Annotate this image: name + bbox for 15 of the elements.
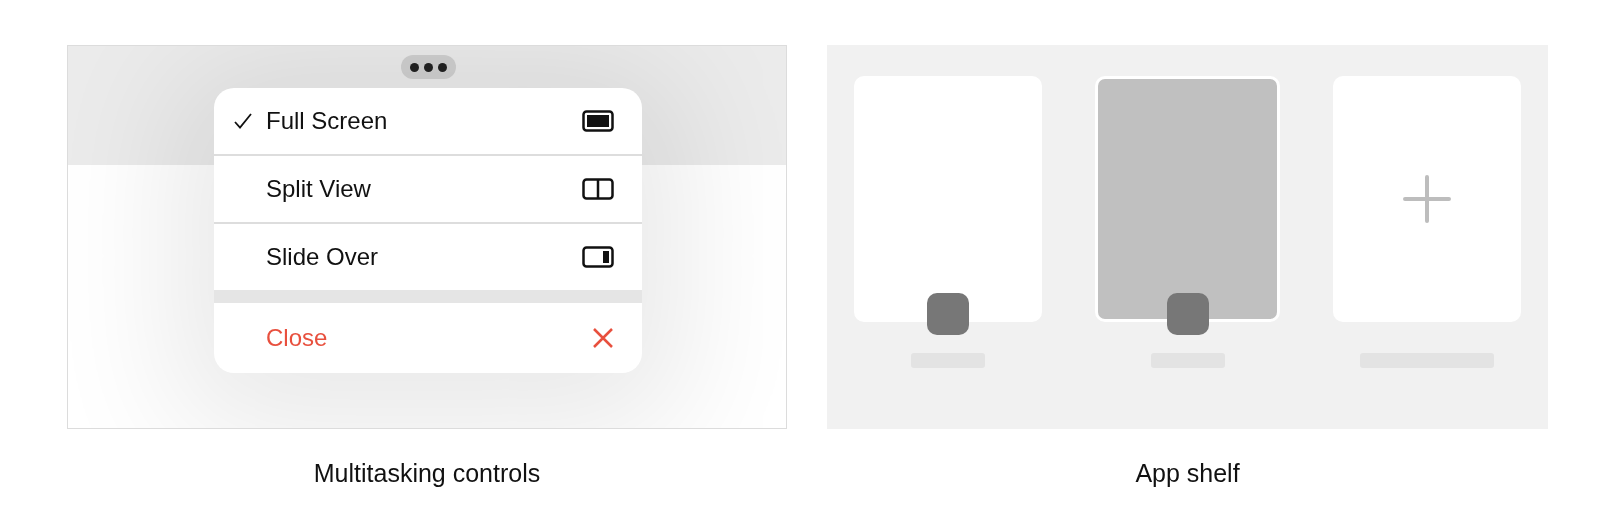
close-icon: [592, 327, 614, 349]
window-card[interactable]: [854, 76, 1042, 322]
menu-item[interactable]: Slide Over: [214, 224, 642, 290]
app-icon: [927, 293, 969, 335]
slide-over-icon: [582, 246, 614, 268]
full-screen-icon: [582, 110, 614, 132]
app-icon: [1166, 293, 1209, 335]
caption: Multitasking controls: [312, 459, 542, 488]
split-view-icon: [582, 178, 614, 200]
menu-item[interactable]: Split View: [214, 156, 642, 222]
caption: App shelf: [1134, 459, 1241, 488]
more-button[interactable]: [401, 55, 456, 79]
plus-icon: [1403, 175, 1451, 223]
menu-item[interactable]: Close: [214, 303, 642, 373]
window-card[interactable]: [1095, 76, 1280, 322]
